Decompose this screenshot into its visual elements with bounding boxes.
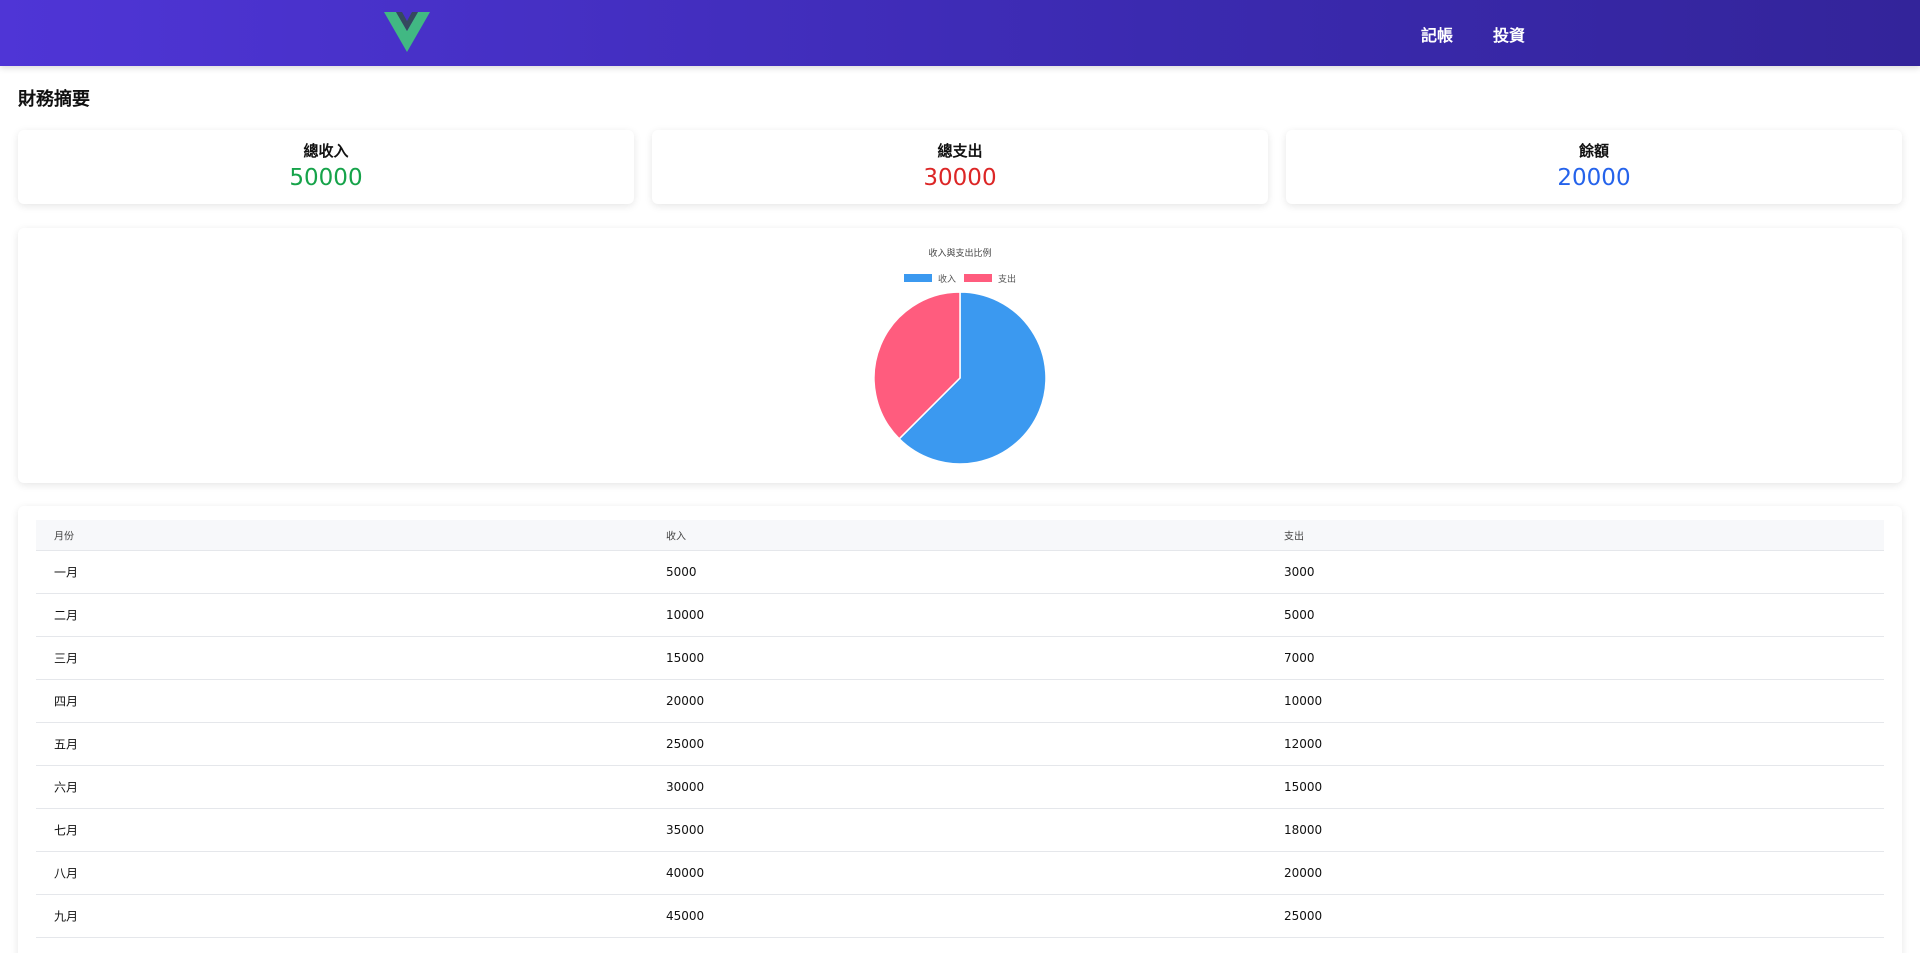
- cell-expense: 10000: [1284, 694, 1323, 708]
- cell-expense: 15000: [1284, 780, 1323, 794]
- cell-month: 一月: [54, 565, 79, 580]
- cell-income: 45000: [666, 909, 705, 923]
- cell-income: 35000: [666, 823, 705, 837]
- table-row: 八月 40000 20000: [36, 852, 1884, 895]
- table-header: 月份 收入 支出: [36, 520, 1884, 551]
- pie-chart: 收入與支出比例收入 支出: [873, 247, 1047, 465]
- table-row: 二月 10000 5000: [36, 594, 1884, 637]
- cell-month: 八月: [54, 866, 79, 881]
- table-row: 七月 35000 18000: [36, 809, 1884, 852]
- nav-item-bookkeeping[interactable]: 記帳: [1421, 22, 1453, 46]
- cell-month: 六月: [54, 780, 79, 795]
- cell-month: 二月: [54, 608, 79, 623]
- cell-expense: 5000: [1284, 608, 1315, 622]
- table-panel: 月份 收入 支出 一月 5000 3000 二月 10000 5000 三月 15000 700…: [18, 506, 1902, 953]
- cell-income: 20000: [666, 694, 705, 708]
- legend-swatch[interactable]: [904, 274, 932, 282]
- summary-value: 30000: [923, 165, 997, 191]
- table-row: 九月 45000 25000: [36, 895, 1884, 938]
- table-row: 一月 5000 3000: [36, 551, 1884, 594]
- summary-value: 50000: [289, 165, 363, 191]
- cell-month: 四月: [54, 694, 79, 709]
- column-header-expense: 支出: [1284, 531, 1304, 543]
- cell-expense: 12000: [1284, 737, 1323, 751]
- summary-label: 總收入: [303, 142, 349, 160]
- summary-card-balance: 餘額 20000: [1286, 130, 1902, 204]
- page-title: 財務摘要: [18, 89, 90, 110]
- summary-value: 20000: [1557, 165, 1631, 191]
- column-header-income: 收入: [666, 531, 686, 543]
- table-row: 三月 15000 7000: [36, 637, 1884, 680]
- cell-income: 25000: [666, 737, 705, 751]
- summary-card-expense: 總支出 30000: [652, 130, 1268, 204]
- table-row: 五月 25000 12000: [36, 723, 1884, 766]
- cell-expense: 7000: [1284, 651, 1315, 665]
- cell-expense: 3000: [1284, 565, 1315, 579]
- chart-panel: 收入與支出比例收入 支出: [18, 228, 1902, 483]
- legend-label[interactable]: 支出: [998, 273, 1016, 285]
- top-navbar: 記帳 投資: [0, 0, 1920, 66]
- cell-expense: 25000: [1284, 909, 1323, 923]
- cell-income: 30000: [666, 780, 705, 794]
- legend-label[interactable]: 收入: [938, 273, 956, 285]
- chart-title: 收入與支出比例: [928, 247, 991, 259]
- summary-label: 餘額: [1578, 142, 1609, 160]
- cell-month: 三月: [54, 651, 79, 666]
- summary-card-income: 總收入 50000: [18, 130, 634, 204]
- legend-swatch[interactable]: [964, 274, 992, 282]
- cell-month: 五月: [54, 737, 79, 752]
- cell-income: 5000: [666, 565, 697, 579]
- vue-logo-icon[interactable]: [384, 12, 430, 52]
- cell-income: 15000: [666, 651, 705, 665]
- cell-expense: 20000: [1284, 866, 1323, 880]
- monthly-table: 月份 收入 支出 一月 5000 3000 二月 10000 5000 三月 15000 700…: [36, 520, 1884, 938]
- nav-item-investment[interactable]: 投資: [1493, 22, 1525, 46]
- table-row: 四月 20000 10000: [36, 680, 1884, 723]
- cell-income: 40000: [666, 866, 705, 880]
- cell-month: 九月: [54, 909, 79, 924]
- cell-month: 七月: [54, 823, 79, 838]
- table-row: 六月 30000 15000: [36, 766, 1884, 809]
- summary-label: 總支出: [937, 142, 983, 160]
- cell-expense: 18000: [1284, 823, 1323, 837]
- column-header-month: 月份: [54, 531, 74, 543]
- cell-income: 10000: [666, 608, 705, 622]
